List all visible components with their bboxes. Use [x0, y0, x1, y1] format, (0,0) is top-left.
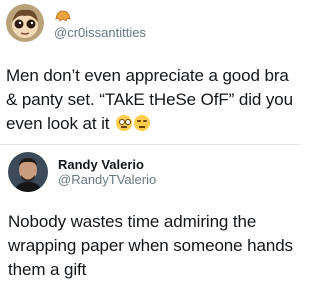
tweet-divider [0, 144, 300, 145]
tweet2-text-line1: Nobody wastes time admiring the [8, 212, 257, 231]
tweet2-avatar[interactable] [8, 152, 48, 192]
tweet1-text: Men don’t even appreciate a good bra & p… [6, 64, 293, 136]
profile-photo-avatar-icon [8, 152, 48, 192]
tweet2-handle[interactable]: @RandyTValerio [58, 172, 156, 187]
tweet2-text: Nobody wastes time admiring the wrapping… [8, 210, 293, 282]
tweet1-avatar[interactable] [6, 4, 44, 42]
tweet2-header: Randy Valerio @RandyTValerio [8, 152, 156, 192]
tweet2-text-line3: them a gift [8, 260, 87, 279]
tweet1-text-line2: & panty set. “TAkE tHeSe OfF” did you [6, 90, 293, 109]
tweet1-user-info: @cr0issantitties [54, 9, 146, 42]
tweet1-handle[interactable]: @cr0issantitties [54, 25, 146, 40]
tweet1-header: @cr0issantitties [6, 4, 146, 42]
croissant-icon [55, 10, 71, 22]
tweet1-text-line3-wrap: even look at it [6, 112, 293, 136]
tweet1-text-line1: Men don’t even appreciate a good bra [6, 66, 289, 85]
tweet1-text-line3: even look at it [6, 114, 110, 133]
unamused-face-emoji [134, 115, 151, 131]
screenshot: @cr0issantitties Men don’t even apprecia… [0, 0, 300, 297]
tweet2-display-name[interactable]: Randy Valerio [58, 157, 156, 172]
face-with-rolling-eyes-emoji [116, 115, 133, 131]
tweet2-user-info: Randy Valerio @RandyTValerio [58, 157, 156, 187]
tweet2-text-line2: wrapping paper when someone hands [8, 236, 293, 255]
cartoon-face-avatar-icon [6, 4, 44, 42]
